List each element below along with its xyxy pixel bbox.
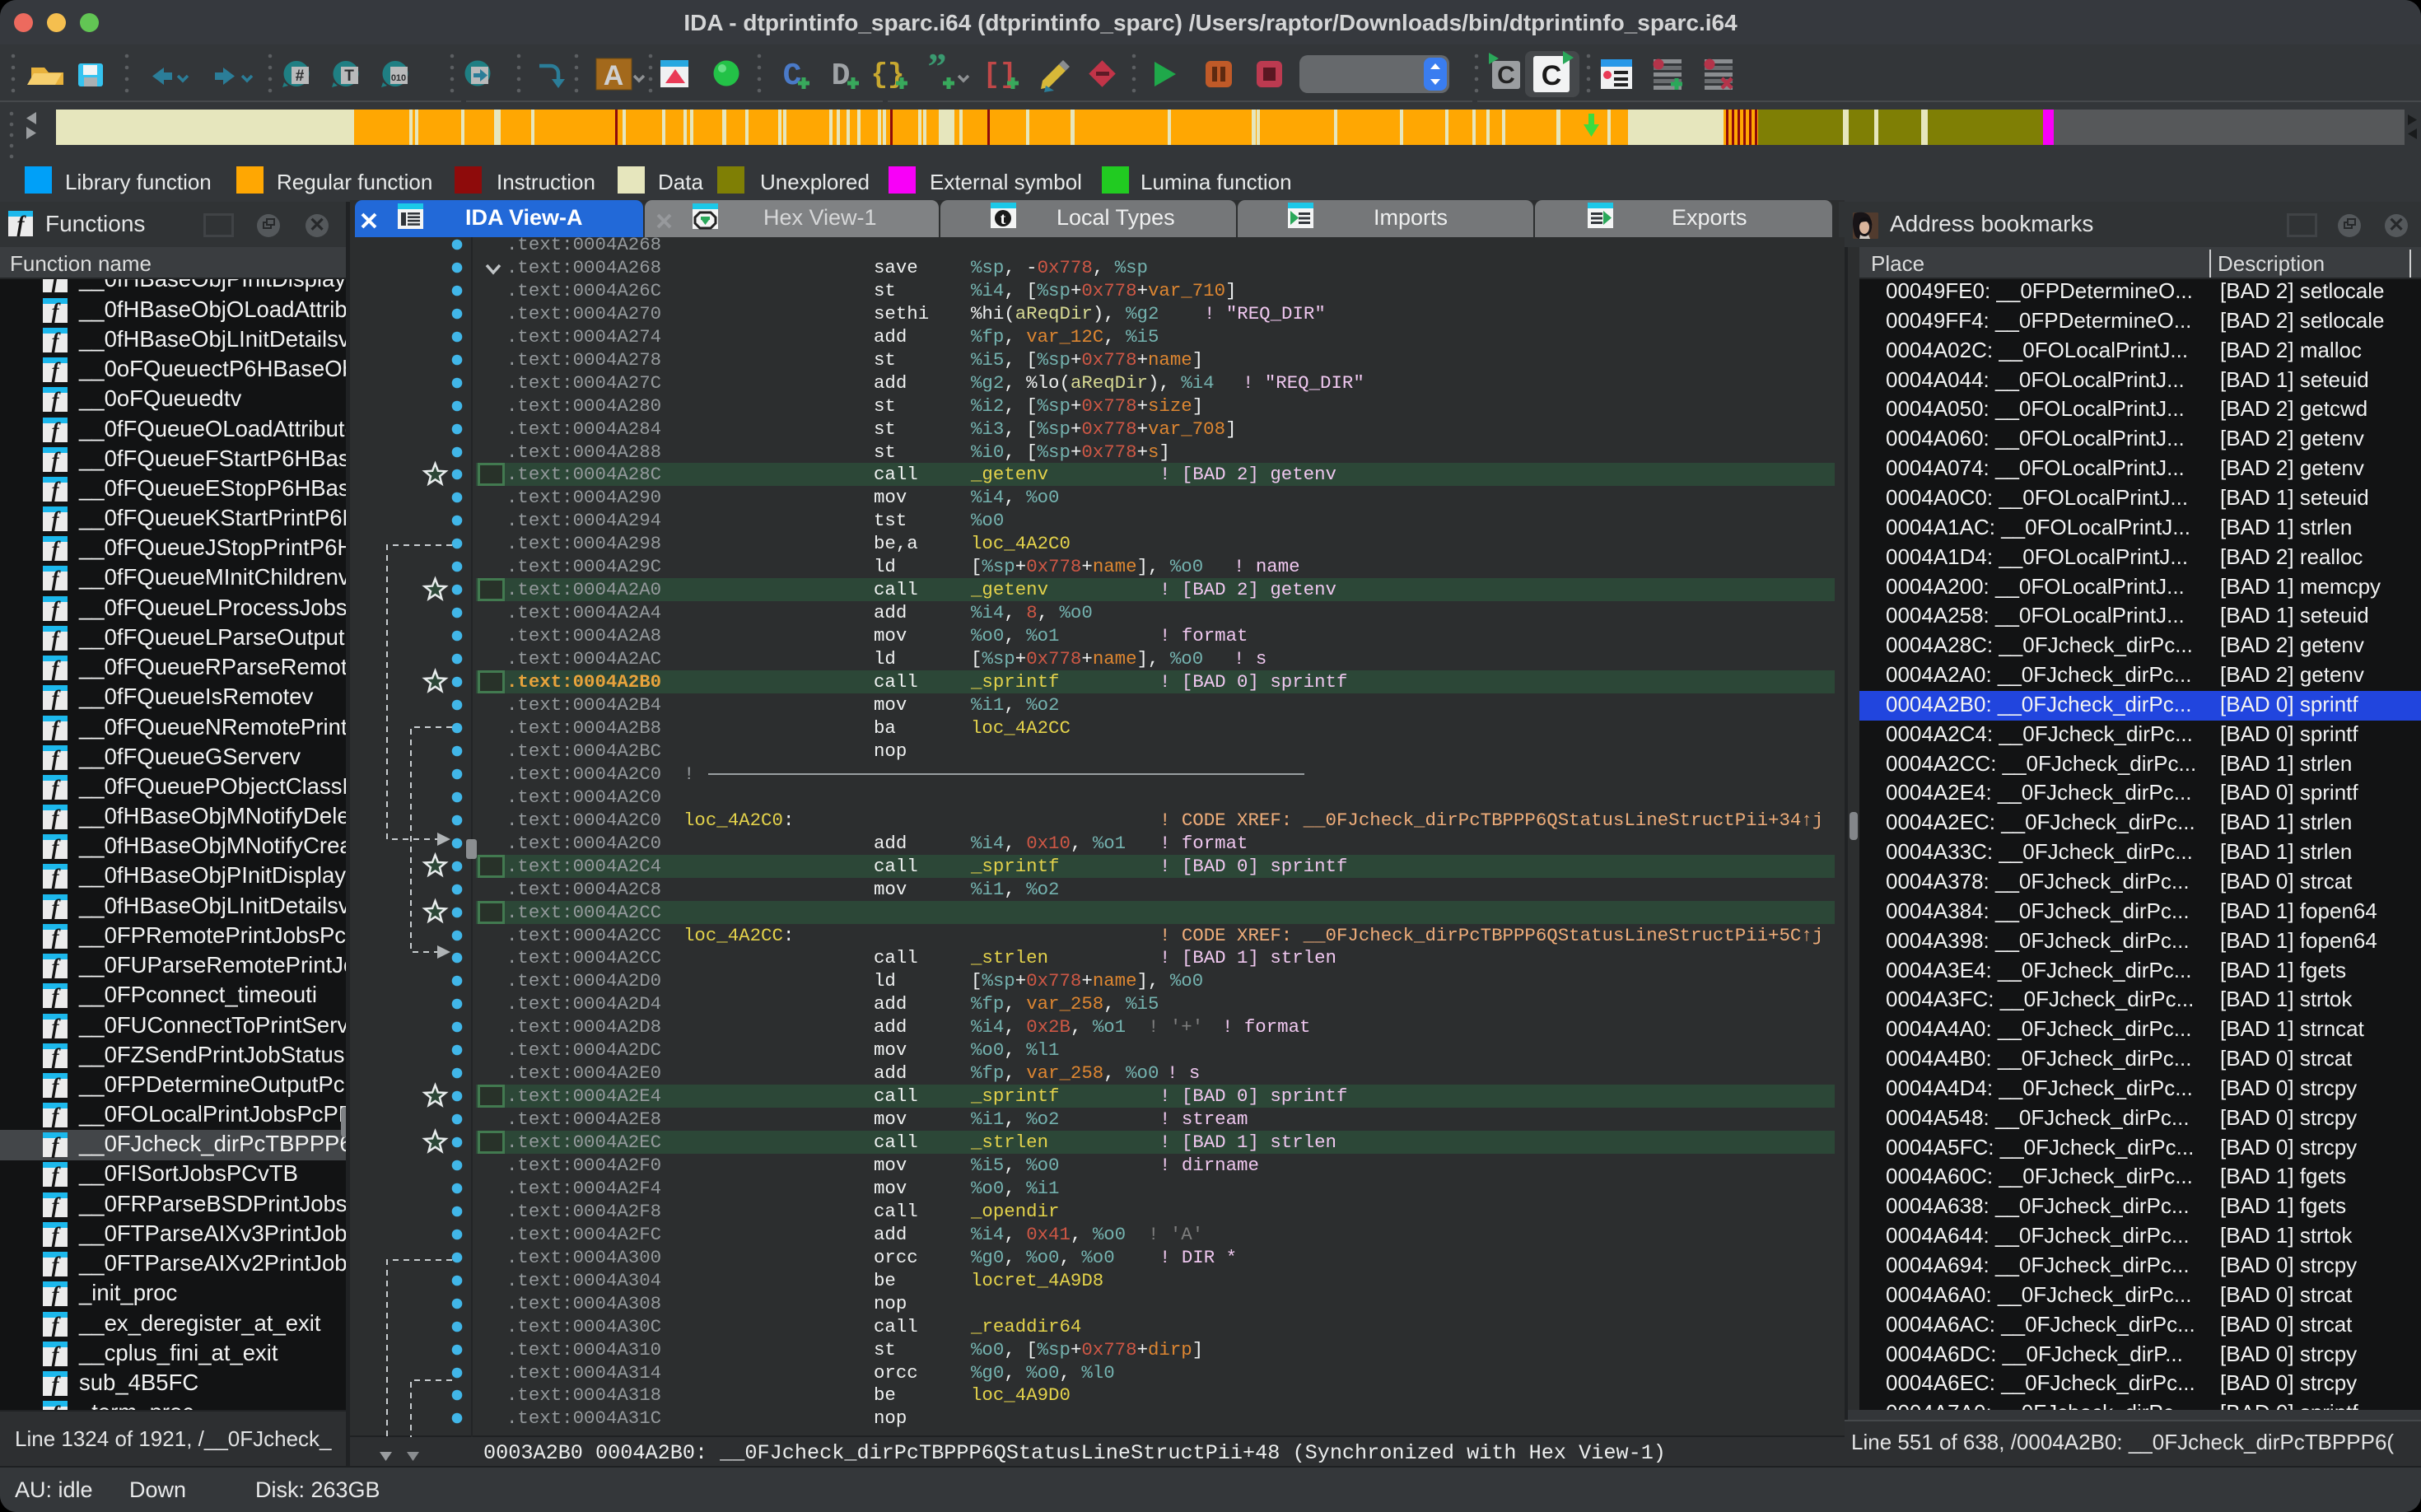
svg-text:t: t — [1001, 210, 1006, 228]
svg-text:C: C — [1542, 60, 1562, 91]
svg-text:C: C — [783, 58, 802, 94]
svg-text:T: T — [344, 68, 354, 85]
svg-text:010: 010 — [391, 73, 406, 83]
svg-text:{}: {} — [871, 60, 905, 91]
svg-text:”: ” — [928, 45, 947, 87]
svg-text:C: C — [1497, 62, 1515, 89]
svg-text:A: A — [604, 60, 624, 91]
svg-text:D: D — [832, 58, 851, 94]
svg-text:#: # — [296, 68, 305, 85]
